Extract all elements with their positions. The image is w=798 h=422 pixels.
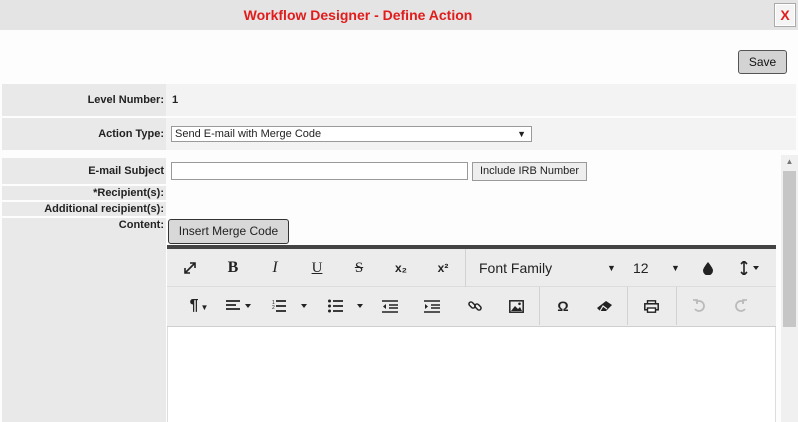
fullscreen-icon[interactable] bbox=[179, 249, 201, 287]
action-type-selected: Send E-mail with Merge Code bbox=[175, 128, 322, 140]
underline-icon[interactable]: U bbox=[306, 249, 328, 287]
action-type-select[interactable]: Send E-mail with Merge Code ▼ bbox=[171, 126, 532, 142]
vertical-scrollbar[interactable]: ▲ bbox=[781, 155, 798, 422]
toolbar-separator bbox=[627, 287, 628, 325]
toolbar-separator bbox=[465, 249, 466, 287]
editor-toolbar-row-1: B I U S x₂ x² Font Family ▼ 12 ▼ bbox=[167, 249, 776, 287]
save-button[interactable]: Save bbox=[738, 50, 787, 74]
special-characters-icon[interactable]: Ω bbox=[552, 287, 574, 325]
include-irb-number-button[interactable]: Include IRB Number bbox=[472, 162, 587, 181]
scrollbar-thumb[interactable] bbox=[783, 171, 796, 327]
subscript-icon[interactable]: x₂ bbox=[389, 249, 413, 287]
print-icon[interactable] bbox=[640, 287, 662, 325]
editor-toolbar-row-2: ¶ ▼ 12 Ω bbox=[167, 287, 776, 327]
unordered-list-icon[interactable] bbox=[327, 287, 367, 325]
email-subject-input[interactable] bbox=[171, 162, 468, 180]
toolbar-separator bbox=[539, 287, 540, 325]
align-icon[interactable] bbox=[225, 287, 255, 325]
caret-down-icon: ▼ bbox=[200, 303, 209, 312]
caret-down-icon: ▼ bbox=[607, 263, 616, 273]
ordered-list-icon[interactable]: 12 bbox=[271, 287, 311, 325]
scroll-up-arrow-icon[interactable]: ▲ bbox=[781, 155, 798, 169]
font-family-label: Font Family bbox=[479, 260, 553, 276]
superscript-icon[interactable]: x² bbox=[431, 249, 455, 287]
email-subject-label: E-mail Subject bbox=[2, 158, 166, 184]
line-height-icon[interactable] bbox=[735, 249, 765, 287]
insert-merge-code-button[interactable]: Insert Merge Code bbox=[168, 219, 289, 244]
title-bar: Workflow Designer - Define Action X bbox=[0, 0, 798, 30]
svg-text:2: 2 bbox=[272, 305, 275, 311]
editor-content-area[interactable] bbox=[167, 327, 776, 422]
action-type-label: Action Type: bbox=[2, 118, 166, 150]
image-icon[interactable] bbox=[505, 287, 527, 325]
level-number-value: 1 bbox=[172, 94, 179, 106]
indent-icon[interactable] bbox=[421, 287, 443, 325]
outdent-icon[interactable] bbox=[379, 287, 401, 325]
bold-icon[interactable]: B bbox=[222, 249, 244, 287]
content-label-text: Content: bbox=[118, 219, 164, 231]
redo-icon[interactable] bbox=[730, 287, 752, 325]
level-number-cell bbox=[166, 84, 796, 116]
paragraph-format-icon[interactable]: ¶ ▼ bbox=[185, 287, 213, 325]
additional-recipients-label: Additional recipient(s): bbox=[2, 202, 166, 216]
font-size-dropdown[interactable]: 12 ▼ bbox=[633, 249, 681, 287]
level-number-label: Level Number: bbox=[2, 84, 166, 116]
font-size-value: 12 bbox=[633, 260, 649, 276]
window-title: Workflow Designer - Define Action bbox=[243, 7, 473, 23]
strikethrough-icon[interactable]: S bbox=[348, 249, 370, 287]
chevron-down-icon: ▼ bbox=[517, 129, 526, 139]
italic-icon[interactable]: I bbox=[264, 249, 286, 287]
color-drop-icon[interactable] bbox=[699, 249, 717, 287]
paragraph-glyph: ¶ bbox=[189, 297, 199, 314]
undo-icon[interactable] bbox=[688, 287, 710, 325]
close-button[interactable]: X bbox=[774, 3, 796, 27]
recipients-label: *Recipient(s): bbox=[2, 186, 166, 200]
toolbar-separator bbox=[676, 287, 677, 325]
eraser-icon[interactable] bbox=[593, 287, 615, 325]
font-family-dropdown[interactable]: Font Family ▼ bbox=[479, 249, 619, 287]
content-label: Content: bbox=[2, 218, 166, 422]
link-icon[interactable] bbox=[464, 287, 486, 325]
caret-down-icon: ▼ bbox=[671, 263, 680, 273]
